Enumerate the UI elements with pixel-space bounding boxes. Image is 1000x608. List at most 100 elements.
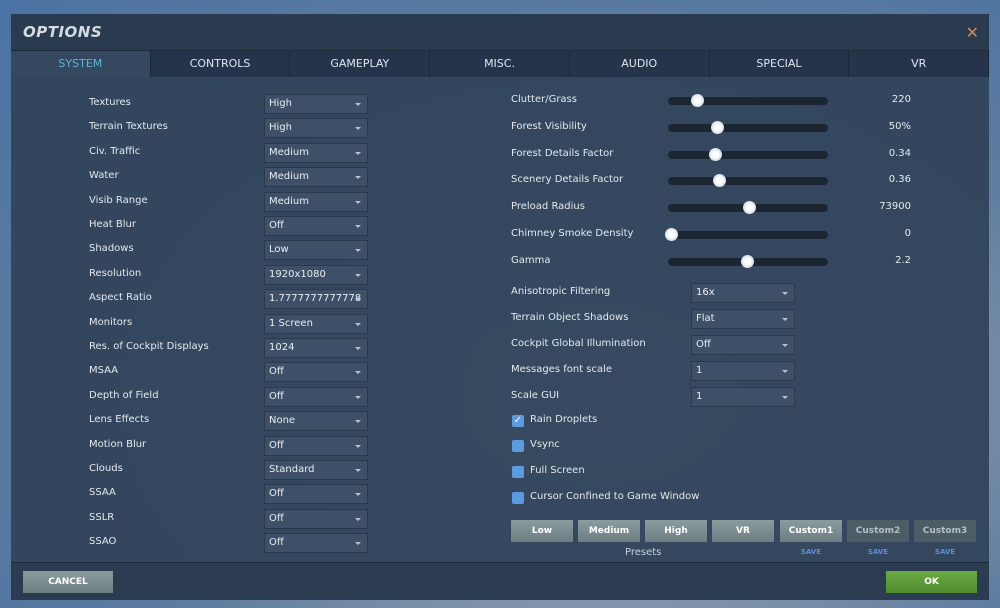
setting-dropdown[interactable]: Off (264, 484, 368, 505)
slider-handle[interactable] (665, 228, 678, 241)
tab-gameplay[interactable]: GAMEPLAY (290, 51, 431, 77)
setting-dropdown[interactable]: Off (264, 533, 368, 554)
checkbox[interactable] (512, 466, 524, 478)
setting-dropdown[interactable]: Off (264, 435, 368, 456)
setting-label: Shadows (89, 243, 134, 255)
tab-misc[interactable]: MISC. (430, 51, 570, 77)
tab-special[interactable]: SPECIAL (710, 51, 850, 77)
save-preset-link[interactable]: SAVE (780, 548, 842, 556)
setting-dropdown[interactable]: Off (264, 386, 368, 407)
slider-track[interactable] (668, 147, 828, 161)
setting-dropdown[interactable]: 1 (691, 387, 795, 407)
setting-dropdown[interactable]: Medium (264, 167, 368, 188)
setting-dropdown[interactable]: High (264, 94, 368, 114)
slider-label: Scenery Details Factor (511, 174, 624, 186)
setting-label: Resolution (89, 267, 142, 279)
presets-label: Presets (625, 547, 662, 558)
checkbox[interactable]: ✓ (512, 415, 524, 427)
system-settings-panel: Textures High Terrain Textures High Civ. Tra… (11, 77, 989, 562)
preset-button-low[interactable]: Low (511, 520, 573, 542)
slider-label: Forest Details Factor (511, 147, 614, 159)
slider-handle[interactable] (690, 94, 704, 107)
setting-label: Anisotropic Filtering (511, 286, 611, 297)
slider-track[interactable] (668, 254, 828, 268)
checkbox-label: Rain Droplets (530, 414, 598, 425)
close-icon[interactable]: ✕ (966, 23, 979, 42)
ok-button[interactable]: OK (886, 571, 977, 593)
preset-button-medium[interactable]: Medium (578, 520, 640, 542)
setting-dropdown[interactable]: 16x (691, 283, 795, 303)
slider-handle[interactable] (741, 254, 754, 268)
slider-track[interactable] (668, 120, 828, 134)
setting-dropdown[interactable]: Standard (264, 460, 368, 480)
setting-dropdown[interactable]: 1920x1080 (264, 264, 368, 285)
setting-label: Monitors (89, 316, 133, 328)
options-window: OPTIONS ✕ SYSTEM CONTROLS GAMEPLAY MISC. AUD… (11, 14, 990, 600)
setting-dropdown[interactable]: 1 (691, 361, 795, 381)
setting-label: SSLR (89, 511, 115, 523)
setting-dropdown[interactable]: None (264, 411, 368, 432)
slider-track[interactable] (668, 174, 828, 188)
setting-dropdown[interactable]: Off (264, 508, 368, 529)
slider-track[interactable] (668, 201, 828, 215)
footer: CANCEL OK (11, 562, 989, 600)
checkbox-label: Full Screen (530, 465, 585, 476)
setting-dropdown[interactable]: Off (264, 216, 368, 236)
setting-label: Civ. Traffic (89, 145, 141, 157)
setting-label: Messages font scale (511, 364, 613, 375)
preset-button-high[interactable]: High (645, 520, 707, 542)
slider-value: 220 (891, 94, 911, 105)
slider-value: 0.36 (888, 174, 911, 186)
save-preset-link[interactable]: SAVE (914, 548, 976, 556)
slider-label: Forest Visibility (511, 120, 587, 132)
tab-vr[interactable]: VR (849, 51, 990, 77)
slider-handle[interactable] (711, 120, 725, 134)
slider-value: 2.2 (895, 254, 911, 266)
setting-label: MSAA (89, 365, 119, 377)
slider-value: 0.34 (888, 147, 911, 159)
checkbox[interactable] (512, 440, 524, 452)
tab-system[interactable]: SYSTEM (11, 51, 151, 77)
setting-dropdown[interactable]: Off (264, 362, 368, 383)
checkbox-label: Vsync (530, 439, 560, 450)
setting-label: SSAO (89, 536, 117, 548)
preset-button-custom2[interactable]: Custom2 (847, 520, 909, 542)
preset-button-vr[interactable]: VR (712, 520, 774, 542)
setting-label: Lens Effects (89, 414, 150, 426)
setting-dropdown[interactable]: 1 Screen (264, 313, 368, 334)
checkbox[interactable] (512, 492, 524, 504)
setting-dropdown[interactable]: 1024 (264, 338, 368, 358)
setting-label: Cockpit Global Illumination (511, 338, 646, 349)
slider-handle[interactable] (743, 201, 757, 215)
tab-controls[interactable]: CONTROLS (151, 51, 291, 77)
save-preset-link[interactable]: SAVE (847, 548, 909, 556)
setting-dropdown[interactable]: Medium (264, 142, 368, 163)
setting-label: Aspect Ratio (89, 292, 152, 304)
setting-label: Depth of Field (89, 389, 159, 401)
setting-label: Textures (89, 97, 131, 108)
slider-value: 0 (904, 228, 911, 239)
setting-dropdown[interactable]: 1.7777777777778 (264, 289, 368, 310)
setting-dropdown[interactable]: Flat (691, 309, 795, 329)
setting-dropdown[interactable]: Low (264, 240, 368, 261)
slider-label: Gamma (511, 254, 551, 266)
setting-label: Clouds (89, 463, 123, 474)
slider-handle[interactable] (713, 174, 726, 188)
cancel-button[interactable]: CANCEL (23, 571, 113, 593)
tab-audio[interactable]: AUDIO (570, 51, 710, 77)
tab-bar: SYSTEM CONTROLS GAMEPLAY MISC. AUDIO SPECIAL V… (11, 51, 990, 77)
setting-label: Heat Blur (89, 219, 136, 230)
setting-dropdown[interactable]: Medium (264, 191, 368, 212)
slider-track[interactable] (668, 94, 828, 107)
slider-value: 50% (888, 120, 911, 132)
preset-button-custom3[interactable]: Custom3 (914, 520, 976, 542)
setting-dropdown[interactable]: Off (691, 335, 795, 355)
title-bar: OPTIONS ✕ (11, 14, 989, 51)
setting-label: Res. of Cockpit Displays (89, 341, 209, 352)
slider-handle[interactable] (709, 147, 722, 161)
preset-button-custom1[interactable]: Custom1 (780, 520, 842, 542)
slider-label: Preload Radius (511, 201, 585, 213)
setting-dropdown[interactable]: High (264, 118, 368, 139)
slider-track[interactable] (665, 228, 828, 241)
slider-value: 73900 (879, 201, 911, 213)
